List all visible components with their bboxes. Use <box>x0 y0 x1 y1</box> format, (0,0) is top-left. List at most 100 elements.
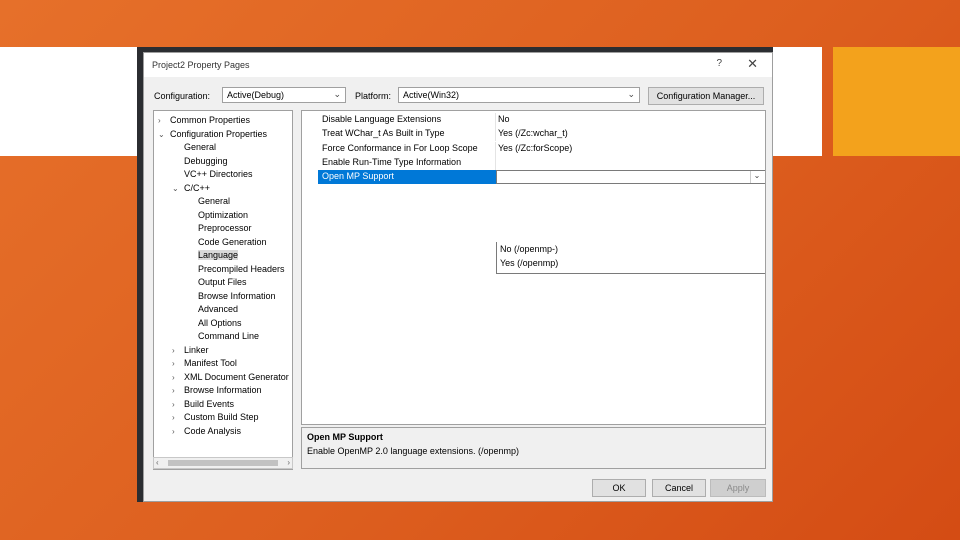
property-row[interactable]: Treat WChar_t As Built in Type Yes (/Zc:w… <box>302 127 765 142</box>
chevron-down-icon: ⌄ <box>627 89 635 99</box>
property-row[interactable]: Disable Language Extensions No <box>302 113 765 127</box>
tree-item-label: Output Files <box>198 277 247 287</box>
column-divider <box>495 127 496 142</box>
dropdown-option-no[interactable]: No (/openmp-) <box>500 244 558 254</box>
tree-item-label: General <box>198 196 231 206</box>
scroll-right-icon[interactable]: › <box>287 458 290 467</box>
openmp-value-select[interactable]: ⌄ <box>496 170 765 185</box>
tree-item[interactable]: Output Files <box>186 276 247 289</box>
tree-item[interactable]: › Code Analysis <box>172 425 241 438</box>
tree-item-label: XML Document Generator <box>184 371 289 382</box>
openmp-dropdown-list[interactable]: No (/openmp-) Yes (/openmp) <box>496 242 765 274</box>
tree-item[interactable]: › Browse Information <box>172 384 262 397</box>
tree-item[interactable]: Language <box>186 249 239 262</box>
expand-icon[interactable]: › <box>172 398 184 411</box>
tree-item-label: Custom Build Step <box>184 412 259 422</box>
tree-item[interactable]: Browse Information <box>186 290 276 303</box>
expand-icon[interactable]: › <box>172 357 184 370</box>
property-tree[interactable]: › Common Properties ⌄ Configuration Propert… <box>153 110 293 470</box>
tree-item[interactable]: › Build Events <box>172 398 234 411</box>
tree-item[interactable]: Command Line <box>186 330 259 343</box>
tree-item[interactable]: Preprocessor <box>186 222 252 235</box>
tree-item[interactable]: › Linker <box>172 344 209 357</box>
description-text: Enable OpenMP 2.0 language extensions. (… <box>307 446 519 456</box>
property-name: Force Conformance in For Loop Scope <box>322 142 478 153</box>
property-pages-dialog: Project2 Property Pages ? ✕ Configuratio… <box>143 52 773 502</box>
expand-icon[interactable]: › <box>172 425 184 438</box>
tree-item-label: Debugging <box>184 155 228 166</box>
tree-item[interactable]: VC++ Directories <box>172 168 253 181</box>
tree-horizontal-scrollbar[interactable]: ‹ › <box>153 457 293 469</box>
property-row[interactable]: Open MP Support ⌄ <box>302 170 765 185</box>
property-value[interactable]: Yes (/Zc:forScope) <box>498 143 572 153</box>
tree-item-label: Preprocessor <box>198 223 252 233</box>
property-name: Open MP Support <box>322 171 394 182</box>
dropdown-option-yes[interactable]: Yes (/openmp) <box>500 258 558 268</box>
ok-button[interactable]: OK <box>592 479 646 497</box>
tree-item[interactable]: Code Generation <box>186 236 267 249</box>
tree-item[interactable]: General <box>186 195 230 208</box>
collapse-icon[interactable]: ⌄ <box>172 182 184 195</box>
dialog-title: Project2 Property Pages <box>152 60 250 70</box>
column-divider <box>495 155 496 170</box>
expand-icon[interactable]: › <box>172 411 184 424</box>
close-icon[interactable]: ✕ <box>747 56 758 72</box>
expand-icon[interactable]: › <box>172 344 184 357</box>
platform-label: Platform: <box>355 91 392 101</box>
scrollbar-thumb[interactable] <box>168 460 278 466</box>
tree-item[interactable]: › XML Document Generator <box>172 371 289 384</box>
tree-item[interactable]: › Manifest Tool <box>172 357 237 370</box>
tree-item[interactable]: Advanced <box>186 303 238 316</box>
scroll-left-icon[interactable]: ‹ <box>156 458 159 467</box>
property-name: Treat WChar_t As Built in Type <box>322 128 445 139</box>
tree-item-label: Code Generation <box>198 236 267 247</box>
tree-item[interactable]: Debugging <box>172 155 228 168</box>
tree-item-label: All Options <box>198 317 242 328</box>
chevron-down-icon: ⌄ <box>333 89 341 99</box>
tree-item-label: General <box>184 142 217 152</box>
expand-icon[interactable]: › <box>158 114 170 127</box>
tree-item-label: Linker <box>184 344 209 355</box>
platform-value: Active(Win32) <box>403 90 460 100</box>
tree-item[interactable]: ⌄ Configuration Properties <box>158 128 267 141</box>
tree-item-label: Common Properties <box>170 115 251 125</box>
apply-button[interactable]: Apply <box>710 479 766 497</box>
property-value[interactable]: No <box>498 114 510 124</box>
dialog-titlebar: Project2 Property Pages ? ✕ <box>144 53 772 77</box>
tree-item-label: Command Line <box>198 331 260 341</box>
help-icon[interactable]: ? <box>716 58 722 69</box>
tree-item-label: Browse Information <box>198 290 276 301</box>
tree-item-label: Optimization <box>198 209 249 220</box>
expand-icon[interactable]: › <box>172 371 184 384</box>
tree-item[interactable]: Precompiled Headers <box>186 263 285 276</box>
configuration-manager-button[interactable]: Configuration Manager... <box>648 87 764 105</box>
tree-item-label: C/C++ <box>184 182 211 193</box>
tree-item-label: Build Events <box>184 398 235 409</box>
platform-select[interactable]: Active(Win32) ⌄ <box>398 87 640 103</box>
property-row[interactable]: Enable Run-Time Type Information <box>302 155 765 170</box>
collapse-icon[interactable]: ⌄ <box>158 128 170 141</box>
configuration-select[interactable]: Active(Debug) ⌄ <box>222 87 346 103</box>
description-panel: Open MP Support Enable OpenMP 2.0 langua… <box>301 427 766 469</box>
tree-item[interactable]: General <box>172 141 216 154</box>
property-row[interactable]: Force Conformance in For Loop Scope Yes (… <box>302 141 765 156</box>
configuration-value: Active(Debug) <box>227 90 285 100</box>
tree-item[interactable]: › Custom Build Step <box>172 411 259 424</box>
column-divider <box>495 113 496 127</box>
chevron-down-icon[interactable]: ⌄ <box>750 171 763 184</box>
property-name: Disable Language Extensions <box>322 114 442 124</box>
tree-item[interactable]: ⌄ C/C++ <box>172 182 210 195</box>
tree-item[interactable]: › Common Properties <box>158 114 250 127</box>
expand-icon[interactable]: › <box>172 384 184 397</box>
tree-item-label: Manifest Tool <box>184 358 237 368</box>
tree-item-label: Code Analysis <box>184 425 242 436</box>
cancel-button[interactable]: Cancel <box>652 479 706 497</box>
description-title: Open MP Support <box>307 432 383 442</box>
tree-item[interactable]: Optimization <box>186 209 248 222</box>
tree-item-label: Advanced <box>198 304 239 314</box>
tree-item-label: Configuration Properties <box>170 128 268 139</box>
property-value[interactable]: Yes (/Zc:wchar_t) <box>498 128 568 138</box>
slide-accent-square <box>833 47 960 156</box>
tree-item[interactable]: All Options <box>186 317 242 330</box>
tree-item-label: Language <box>198 250 239 260</box>
